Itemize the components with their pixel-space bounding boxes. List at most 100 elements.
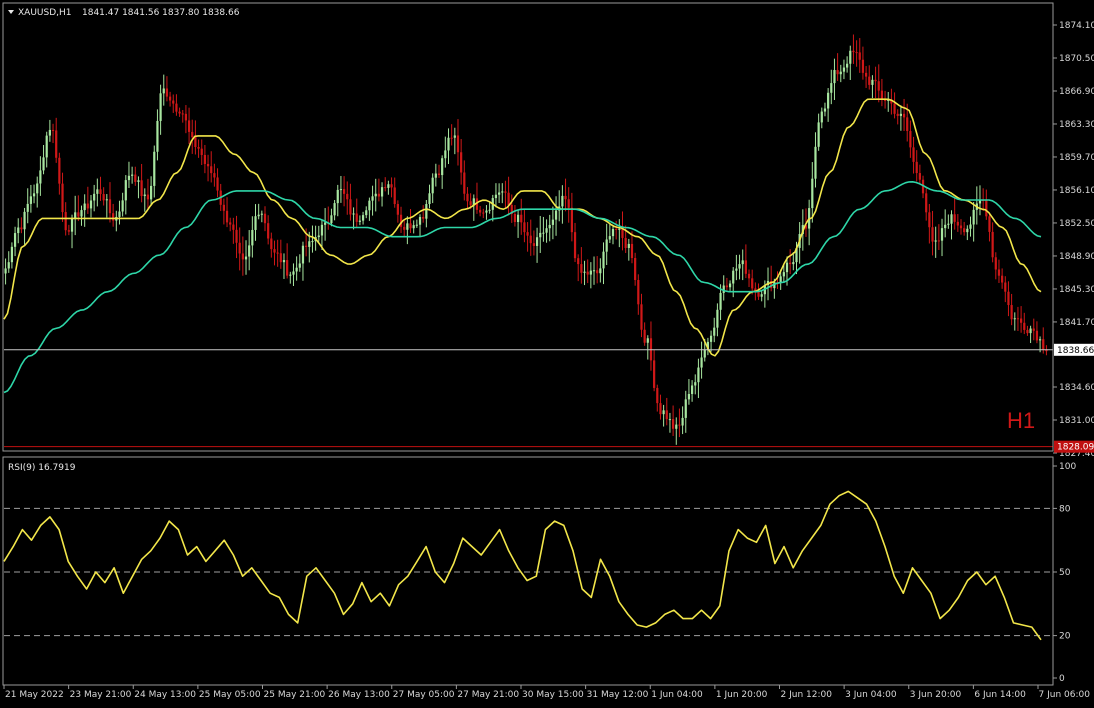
candle-body: [409, 223, 412, 229]
candle-body: [542, 232, 545, 234]
candle-body: [928, 212, 931, 228]
candle-body: [501, 191, 504, 193]
candle-body: [716, 309, 719, 328]
candle-body: [608, 236, 611, 240]
candle-body: [554, 210, 558, 220]
candle-body: [694, 382, 697, 386]
candle-body: [944, 224, 947, 229]
price-tick-label: 1870.50: [1059, 54, 1094, 64]
candle-body: [254, 216, 257, 230]
candle-body: [811, 178, 814, 209]
candle-body: [782, 272, 785, 277]
candle-body: [320, 224, 324, 236]
candle-body: [823, 108, 827, 112]
candle-body: [741, 260, 744, 265]
time-tick-label: 1 Jun 04:00: [651, 690, 703, 700]
candle-body: [830, 83, 833, 93]
candle-body: [615, 228, 618, 230]
time-tick-label: 25 May 21:00: [264, 690, 326, 700]
time-tick-label: 31 May 12:00: [587, 690, 649, 700]
candle-body: [1026, 329, 1029, 334]
candle-body: [532, 243, 536, 246]
candle-body: [308, 241, 311, 247]
time-tick-label: 6 Jun 14:00: [974, 690, 1026, 700]
candle-body: [437, 173, 441, 176]
candle-body: [605, 239, 608, 252]
price-tick-label: 1845.30: [1059, 285, 1094, 295]
trading-chart[interactable]: 1874.10 1870.50 1866.90 1863.30 1859.70 1856.…: [0, 0, 1094, 708]
time-tick-label: 27 May 21:00: [457, 690, 519, 700]
candle-body: [656, 387, 659, 404]
candle-body: [659, 403, 662, 415]
candle-body: [298, 263, 301, 268]
candle-body: [963, 228, 966, 233]
candle-body: [187, 120, 191, 132]
time-tick-label: 7 Jun 06:00: [1039, 690, 1091, 700]
candle-body: [570, 207, 573, 233]
candle-body: [257, 214, 260, 217]
candle-body: [583, 271, 586, 273]
candle-body: [646, 338, 649, 343]
price-tick-label: 1874.10: [1059, 21, 1094, 31]
candle-body: [251, 229, 254, 246]
candle-body: [637, 280, 640, 305]
candle-body: [893, 103, 896, 114]
candle-body: [836, 70, 839, 75]
candle-body: [267, 223, 270, 239]
candle-body: [580, 264, 583, 273]
candle-body: [722, 285, 725, 293]
candle-body: [918, 173, 921, 180]
candle-body: [953, 214, 956, 222]
candle-body: [244, 256, 248, 260]
candle-body: [301, 245, 305, 264]
time-tick-label: 30 May 15:00: [522, 690, 584, 700]
candle-body: [184, 113, 188, 121]
candle-body: [1029, 328, 1032, 334]
candle-body: [925, 193, 928, 213]
candle-body: [165, 88, 169, 97]
candle-body: [89, 200, 93, 209]
candle-body: [13, 233, 17, 247]
candle-body: [728, 283, 732, 288]
candle-body: [447, 137, 450, 151]
candle-body: [523, 222, 526, 233]
candle-body: [678, 424, 681, 426]
time-tick-label: 27 May 05:00: [393, 690, 455, 700]
candle-body: [51, 129, 55, 131]
candle-body: [684, 399, 687, 418]
candle-body: [342, 189, 346, 194]
candle-body: [564, 195, 567, 200]
candle-body: [498, 192, 501, 195]
candle-body: [412, 225, 415, 229]
candle-body: [599, 268, 602, 274]
candle-body: [229, 222, 232, 225]
candle-body: [1023, 322, 1026, 330]
candle-body: [690, 385, 694, 394]
candle-body: [441, 158, 444, 176]
candle-body: [352, 213, 355, 215]
candle-body: [959, 225, 963, 229]
candle-body: [80, 210, 83, 217]
candle-body: [140, 180, 143, 197]
candle-body: [406, 223, 409, 230]
candle-body: [687, 393, 691, 400]
candle-body: [548, 224, 551, 229]
time-tick-label: 23 May 21:00: [70, 690, 132, 700]
candle-body: [146, 194, 150, 200]
candle-body: [833, 70, 836, 84]
candle-body: [150, 185, 153, 200]
price-tick-label: 1841.70: [1059, 318, 1094, 328]
candle-body: [485, 210, 488, 213]
candle-body: [861, 59, 865, 73]
candle-body: [1035, 330, 1039, 341]
candle-body: [418, 217, 422, 225]
candle-body: [1013, 318, 1016, 320]
candle-body: [1016, 318, 1020, 320]
symbol-label: XAUUSD,H1: [18, 8, 72, 18]
candle-body: [279, 253, 282, 263]
candle-body: [64, 212, 67, 231]
candle-body: [909, 131, 912, 148]
candle-body: [672, 419, 675, 429]
candle-body: [529, 235, 532, 244]
candle-body: [1038, 339, 1042, 341]
